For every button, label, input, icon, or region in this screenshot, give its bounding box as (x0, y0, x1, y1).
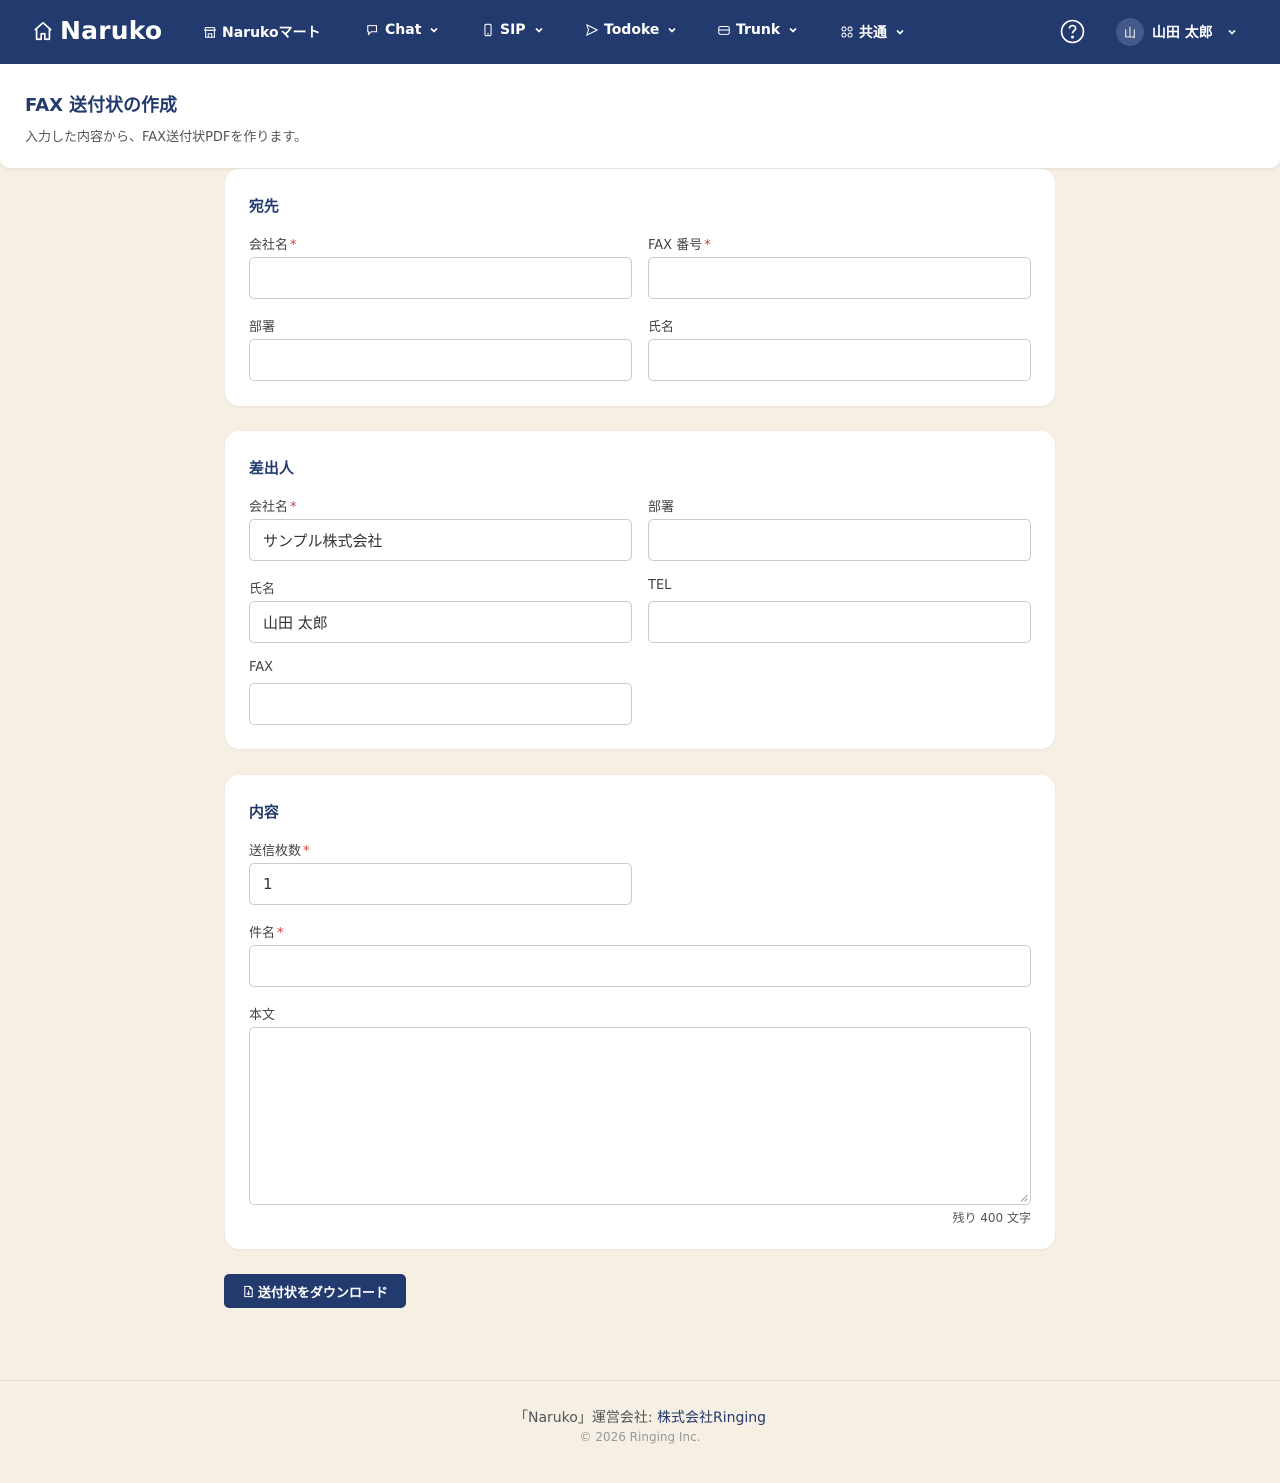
required-mark: * (290, 238, 297, 253)
content-card: 内容 送信枚数 * 1 件名 * 本文 残り 400 文字 (225, 775, 1055, 1249)
nav-item-mart[interactable]: Narukoマート (203, 22, 321, 42)
label-text: 件名 (249, 926, 276, 941)
chevron-down-icon (789, 27, 797, 33)
footer: 「Naruko」運営会社: 株式会社Ringing © 2026 Ringing… (0, 1380, 1280, 1483)
required-mark: * (290, 500, 297, 515)
nav-item-sip[interactable]: SIP (481, 22, 544, 38)
nav-label-sip: SIP (500, 22, 526, 38)
sender-card: 差出人 会社名 * サンプル株式会社 部署 氏名 山田 太郎 TEL FAX (225, 431, 1055, 749)
footer-copyright: © 2026 Ringing Inc. (579, 1430, 701, 1444)
page-header: FAX 送付状の作成 入力した内容から、FAX送付状PDFを作ります。 (0, 64, 1280, 168)
body-label: 本文 (249, 1008, 276, 1023)
subject-label: 件名 * (249, 922, 284, 941)
nav-item-chat[interactable]: Chat (366, 22, 439, 38)
body-textarea[interactable] (249, 1027, 1031, 1205)
help-icon[interactable] (1060, 19, 1085, 44)
required-mark: * (303, 844, 310, 859)
chevron-down-icon (430, 27, 438, 33)
nav-item-common[interactable]: 共通 (840, 22, 905, 42)
label-text: 送信枚数 (249, 844, 302, 859)
recipient-card: 宛先 会社名 * FAX 番号 * 部署 氏名 (225, 169, 1055, 406)
phone-icon (484, 23, 492, 37)
required-mark: * (704, 238, 711, 253)
page-title: FAX 送付状の作成 (25, 95, 178, 116)
sender-tel-label: TEL (648, 578, 672, 593)
char-counter: 残り 400 文字 (952, 1211, 1031, 1225)
recipient-dept-label: 部署 (249, 320, 276, 335)
chevron-down-icon (1228, 29, 1236, 35)
avatar: 山 (1116, 18, 1144, 46)
grid-icon (841, 26, 853, 38)
store-icon (204, 27, 216, 38)
nav-label-chat: Chat (385, 22, 422, 38)
chevron-down-icon (668, 27, 676, 33)
recipient-name-label: 氏名 (648, 320, 675, 335)
file-download-icon (244, 1285, 253, 1297)
required-mark: * (277, 926, 284, 941)
recipient-company-input[interactable] (249, 257, 632, 299)
send-icon (586, 24, 598, 36)
footer-company-link[interactable]: 株式会社Ringing (657, 1410, 766, 1426)
user-name: 山田 太郎 (1152, 25, 1213, 41)
sender-fax-input[interactable] (249, 683, 632, 725)
sender-company-input[interactable]: サンプル株式会社 (249, 519, 632, 561)
sender-name-label: 氏名 (249, 582, 276, 597)
sender-company-label: 会社名 * (249, 496, 297, 515)
footer-operator: 「Naruko」運営会社: 株式会社Ringing (0, 1407, 1280, 1427)
label-text: 会社名 (249, 500, 289, 515)
label-text: FAX 番号 (648, 238, 703, 253)
recipient-company-label: 会社名 * (249, 234, 297, 253)
recipient-section-title: 宛先 (249, 197, 280, 215)
pages-label: 送信枚数 * (249, 840, 310, 859)
brand-name: Naruko (60, 16, 163, 45)
trunk-icon (718, 25, 730, 35)
sender-section-title: 差出人 (249, 459, 295, 477)
label-text: 会社名 (249, 238, 289, 253)
download-button[interactable]: 送付状をダウンロード (224, 1274, 406, 1308)
home-icon (34, 21, 52, 40)
top-nav: Naruko Narukoマート Chat SIP Todoke Trunk 共… (0, 0, 1280, 64)
sender-dept-input[interactable] (648, 519, 1031, 561)
chat-icon (367, 25, 378, 36)
nav-label-trunk: Trunk (736, 22, 781, 38)
download-label: 送付状をダウンロード (257, 1285, 388, 1301)
recipient-fax-label: FAX 番号 * (648, 234, 711, 253)
sender-fax-label: FAX (249, 660, 274, 675)
brand-home-link[interactable]: Naruko (32, 16, 162, 45)
sender-name-input[interactable]: 山田 太郎 (249, 601, 632, 643)
chevron-down-icon (896, 29, 904, 35)
nav-label-todoke: Todoke (604, 22, 660, 38)
recipient-fax-input[interactable] (648, 257, 1031, 299)
recipient-dept-input[interactable] (249, 339, 632, 381)
recipient-name-input[interactable] (648, 339, 1031, 381)
sender-tel-input[interactable] (648, 601, 1031, 643)
pages-input[interactable]: 1 (249, 863, 632, 905)
nav-item-todoke[interactable]: Todoke (585, 22, 677, 38)
user-menu[interactable]: 山 山田 太郎 (1116, 18, 1237, 46)
sender-dept-label: 部署 (648, 500, 675, 515)
page-subtitle: 入力した内容から、FAX送付状PDFを作ります。 (25, 130, 308, 145)
nav-label-mart: Narukoマート (222, 25, 321, 41)
footer-prefix: 「Naruko」運営会社: (513, 1410, 657, 1426)
nav-item-trunk[interactable]: Trunk (717, 22, 798, 38)
chevron-down-icon (534, 27, 543, 33)
content-section-title: 内容 (249, 803, 280, 821)
subject-input[interactable] (249, 945, 1031, 987)
nav-label-common: 共通 (859, 25, 887, 41)
resize-handle-icon[interactable] (1020, 1194, 1028, 1202)
